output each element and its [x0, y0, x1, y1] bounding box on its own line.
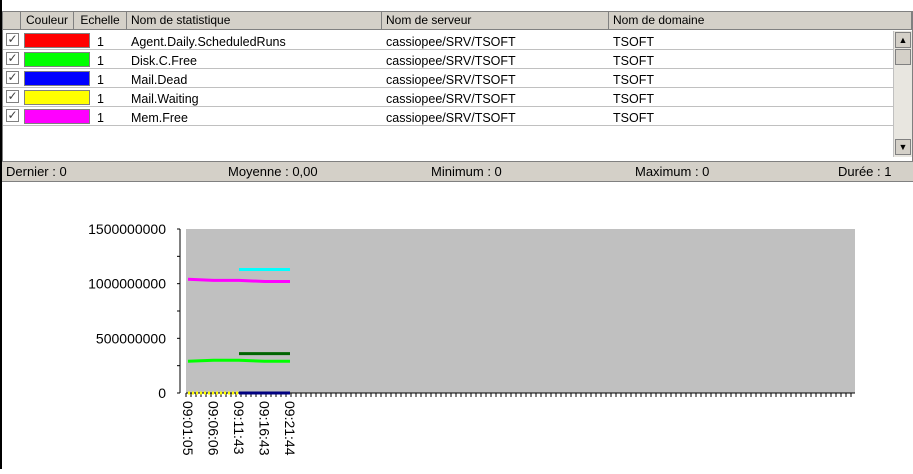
- checkbox-column-header[interactable]: [3, 12, 21, 30]
- x-tick-label: 09:16:43: [257, 401, 273, 456]
- cell-stat: Mail.Waiting: [131, 92, 199, 106]
- maximum-value: Maximum : 0: [635, 164, 710, 179]
- cell-stat: Mem.Free: [131, 111, 188, 125]
- y-tick-label: 0: [158, 385, 166, 401]
- vertical-scrollbar[interactable]: ▲ ▼: [893, 31, 912, 157]
- cell-scale: 1: [97, 111, 104, 125]
- column-header-color[interactable]: Couleur: [21, 12, 74, 30]
- visibility-checkbox[interactable]: ✓: [6, 52, 19, 65]
- scroll-thumb[interactable]: [895, 49, 911, 65]
- statistics-chart-panel: 0 500000000 1000000000 1500000000 09:01:05 09…: [2, 182, 913, 469]
- column-header-scale[interactable]: Echelle: [74, 12, 127, 30]
- visibility-checkbox[interactable]: ✓: [6, 109, 19, 122]
- cell-domain: TSOFT: [613, 111, 654, 125]
- cell-server: cassiopee/SRV/TSOFT: [386, 35, 516, 49]
- cell-server: cassiopee/SRV/TSOFT: [386, 111, 516, 125]
- x-tick-label: 09:01:05: [180, 401, 196, 456]
- cell-scale: 1: [97, 73, 104, 87]
- cell-domain: TSOFT: [613, 54, 654, 68]
- visibility-checkbox[interactable]: ✓: [6, 71, 19, 84]
- scroll-up-button[interactable]: ▲: [895, 32, 911, 48]
- duration-value: Durée : 1: [838, 164, 892, 179]
- table-row[interactable]: ✓ 1 Mail.Waiting cassiopee/SRV/TSOFT TSOFT: [3, 88, 893, 107]
- y-tick-label: 500000000: [96, 330, 166, 346]
- cell-stat: Disk.C.Free: [131, 54, 197, 68]
- statistics-status-bar: Dernier : 0 Moyenne : 0,00 Minimum : 0 M…: [2, 161, 913, 182]
- scroll-down-button[interactable]: ▼: [895, 139, 911, 155]
- cell-server: cassiopee/SRV/TSOFT: [386, 54, 516, 68]
- cell-server: cassiopee/SRV/TSOFT: [386, 92, 516, 106]
- x-tick-label: 09:21:44: [282, 401, 298, 456]
- cell-domain: TSOFT: [613, 73, 654, 87]
- cell-scale: 1: [97, 54, 104, 68]
- visibility-checkbox[interactable]: ✓: [6, 90, 19, 103]
- visibility-checkbox[interactable]: ✓: [6, 33, 19, 46]
- cell-domain: TSOFT: [613, 35, 654, 49]
- minimum-value: Minimum : 0: [431, 164, 502, 179]
- table-row[interactable]: ✓ 1 Mem.Free cassiopee/SRV/TSOFT TSOFT: [3, 107, 893, 126]
- y-tick-label: 1000000000: [88, 276, 166, 292]
- average-value: Moyenne : 0,00: [228, 164, 318, 179]
- cell-server: cassiopee/SRV/TSOFT: [386, 73, 516, 87]
- plot-area: [186, 229, 855, 393]
- cell-domain: TSOFT: [613, 92, 654, 106]
- column-header-server[interactable]: Nom de serveur: [382, 12, 609, 30]
- column-header-statistic[interactable]: Nom de statistique: [127, 12, 382, 30]
- statistics-chart: 0 500000000 1000000000 1500000000 09:01:05 09…: [88, 221, 855, 456]
- statistics-grid: Couleur Echelle Nom de statistique Nom d…: [2, 11, 913, 162]
- table-row[interactable]: ✓ 1 Disk.C.Free cassiopee/SRV/TSOFT TSOFT: [3, 50, 893, 69]
- column-header-domain[interactable]: Nom de domaine: [609, 12, 912, 30]
- table-row[interactable]: ✓ 1 Agent.Daily.ScheduledRuns cassiopee/SRV…: [3, 31, 893, 50]
- series-line: [187, 358, 290, 363]
- x-tick-label: 09:06:06: [206, 401, 222, 456]
- cell-stat: Agent.Daily.ScheduledRuns: [131, 35, 286, 49]
- cell-scale: 1: [97, 92, 104, 106]
- last-value: Dernier : 0: [6, 164, 67, 179]
- cell-stat: Mail.Dead: [131, 73, 188, 87]
- cell-scale: 1: [97, 35, 104, 49]
- y-tick-label: 1500000000: [88, 221, 166, 237]
- x-tick-label: 09:11:43: [231, 401, 247, 455]
- table-row[interactable]: ✓ 1 Mail.Dead cassiopee/SRV/TSOFT TSOFT: [3, 69, 893, 88]
